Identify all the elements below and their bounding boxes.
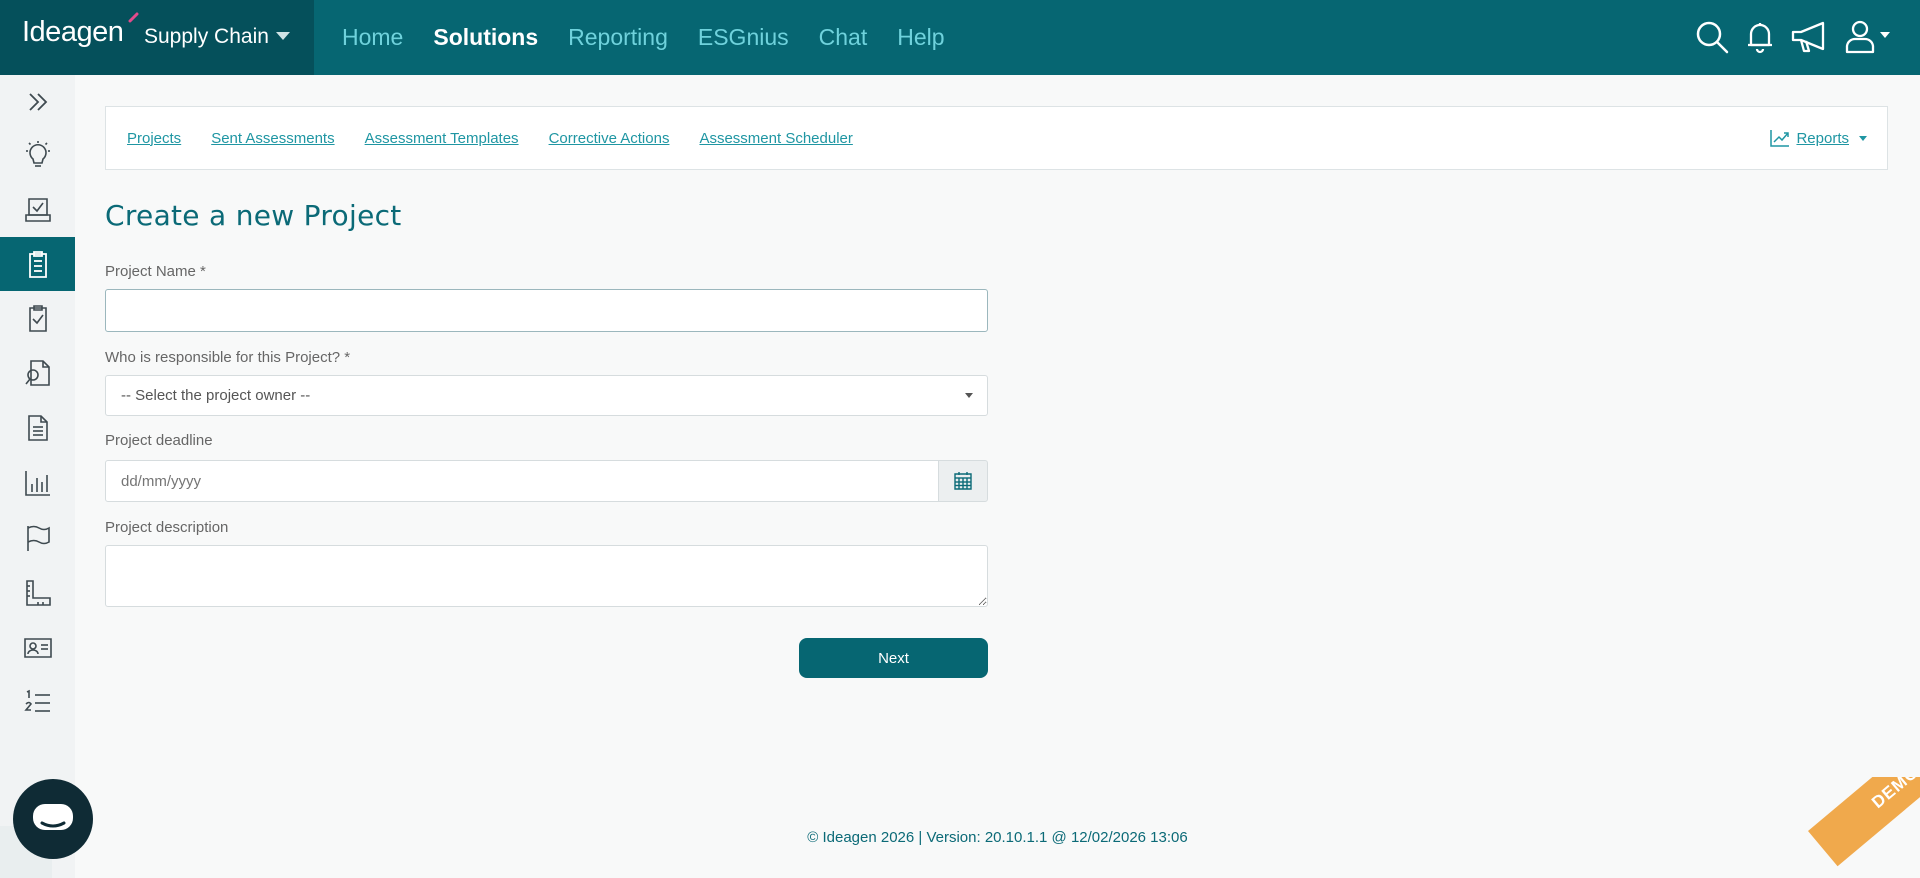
product-dropdown-caret-icon[interactable] (276, 32, 290, 40)
sidebar (0, 75, 75, 878)
nav-reporting[interactable]: Reporting (568, 24, 668, 51)
bell-icon[interactable] (1741, 18, 1779, 56)
project-description-label: Project description (105, 519, 229, 536)
lightbulb-icon (25, 141, 50, 167)
caret-down-icon (1859, 135, 1867, 141)
subnav-sent-assessments[interactable]: Sent Assessments (211, 130, 334, 147)
chat-widget-button[interactable] (13, 779, 93, 859)
product-name: Supply Chain (144, 25, 269, 48)
nav-solutions[interactable]: Solutions (433, 24, 538, 51)
demo-label: DEMO (1868, 777, 1920, 813)
subnav-assessment-scheduler[interactable]: Assessment Scheduler (699, 130, 852, 147)
project-owner-select[interactable]: -- Select the project owner -- (105, 375, 988, 416)
clipboard-list-icon (28, 251, 47, 278)
project-owner-label: Who is responsible for this Project? * (105, 349, 351, 366)
subnav-assessment-templates[interactable]: Assessment Templates (365, 130, 519, 147)
search-icon[interactable] (1693, 18, 1731, 56)
megaphone-icon[interactable] (1789, 18, 1831, 56)
sidebar-item-inbox[interactable] (0, 183, 75, 237)
project-deadline-label: Project deadline (105, 432, 213, 449)
next-button[interactable]: Next (799, 638, 988, 678)
sidebar-item-assessments[interactable] (0, 291, 75, 345)
demo-ribbon: DEMO (1794, 777, 1920, 878)
project-deadline-input[interactable] (105, 460, 939, 502)
sidebar-item-documents[interactable] (0, 401, 75, 455)
ruler-icon (25, 580, 51, 606)
date-picker-button[interactable] (938, 460, 988, 502)
sidebar-item-contacts[interactable] (0, 621, 75, 675)
numbered-list-icon (23, 689, 50, 712)
logo-mark-icon (128, 12, 139, 23)
nav-help[interactable]: Help (897, 24, 944, 51)
flag-icon (26, 525, 50, 551)
trend-chart-icon (1770, 130, 1790, 147)
subnav-projects[interactable]: Projects (127, 130, 181, 147)
sidebar-item-ideas[interactable] (0, 128, 75, 182)
user-icon[interactable] (1842, 18, 1892, 56)
footer-version: © Ideagen 2026 | Version: 20.10.1.1 @ 12… (807, 829, 1188, 846)
subnav-corrective-actions[interactable]: Corrective Actions (549, 130, 670, 147)
document-text-icon (27, 415, 48, 441)
sidebar-item-measurements[interactable] (0, 566, 75, 620)
brand-switcher[interactable]: Ideagen Supply Chain (0, 0, 314, 75)
sidebar-item-analytics[interactable] (0, 456, 75, 510)
reports-label: Reports (1796, 129, 1849, 147)
bar-chart-icon (24, 471, 50, 496)
project-name-label: Project Name * (105, 263, 206, 280)
inbox-check-icon (24, 198, 51, 222)
main-nav: Home Solutions Reporting ESGnius Chat He… (342, 0, 945, 75)
nav-chat[interactable]: Chat (819, 24, 868, 51)
project-description-textarea[interactable] (105, 545, 988, 607)
ideagen-logo: Ideagen (22, 16, 124, 48)
chat-icon (33, 804, 73, 830)
nav-esgnius[interactable]: ESGnius (698, 24, 789, 51)
sidebar-item-issues[interactable] (0, 511, 75, 565)
nav-home[interactable]: Home (342, 24, 403, 51)
sidebar-expand[interactable] (0, 75, 75, 129)
expand-chevrons-icon (28, 93, 47, 111)
clipboard-check-icon (28, 305, 47, 332)
sidebar-item-checklists[interactable] (0, 676, 75, 730)
sidebar-item-audits[interactable] (0, 346, 75, 400)
project-name-input[interactable] (105, 289, 988, 332)
project-owner-selected: -- Select the project owner -- (121, 387, 311, 404)
top-bar: Ideagen Supply Chain Home Solutions Repo… (0, 0, 1920, 75)
sidebar-item-projects[interactable] (0, 237, 75, 291)
calendar-icon (954, 472, 972, 490)
document-search-icon (24, 360, 50, 386)
select-caret-icon (965, 393, 973, 398)
id-card-icon (23, 638, 52, 658)
sub-nav: Projects Sent Assessments Assessment Tem… (105, 106, 1888, 170)
page-title: Create a new Project (105, 199, 402, 232)
reports-dropdown[interactable]: Reports (1770, 107, 1867, 169)
